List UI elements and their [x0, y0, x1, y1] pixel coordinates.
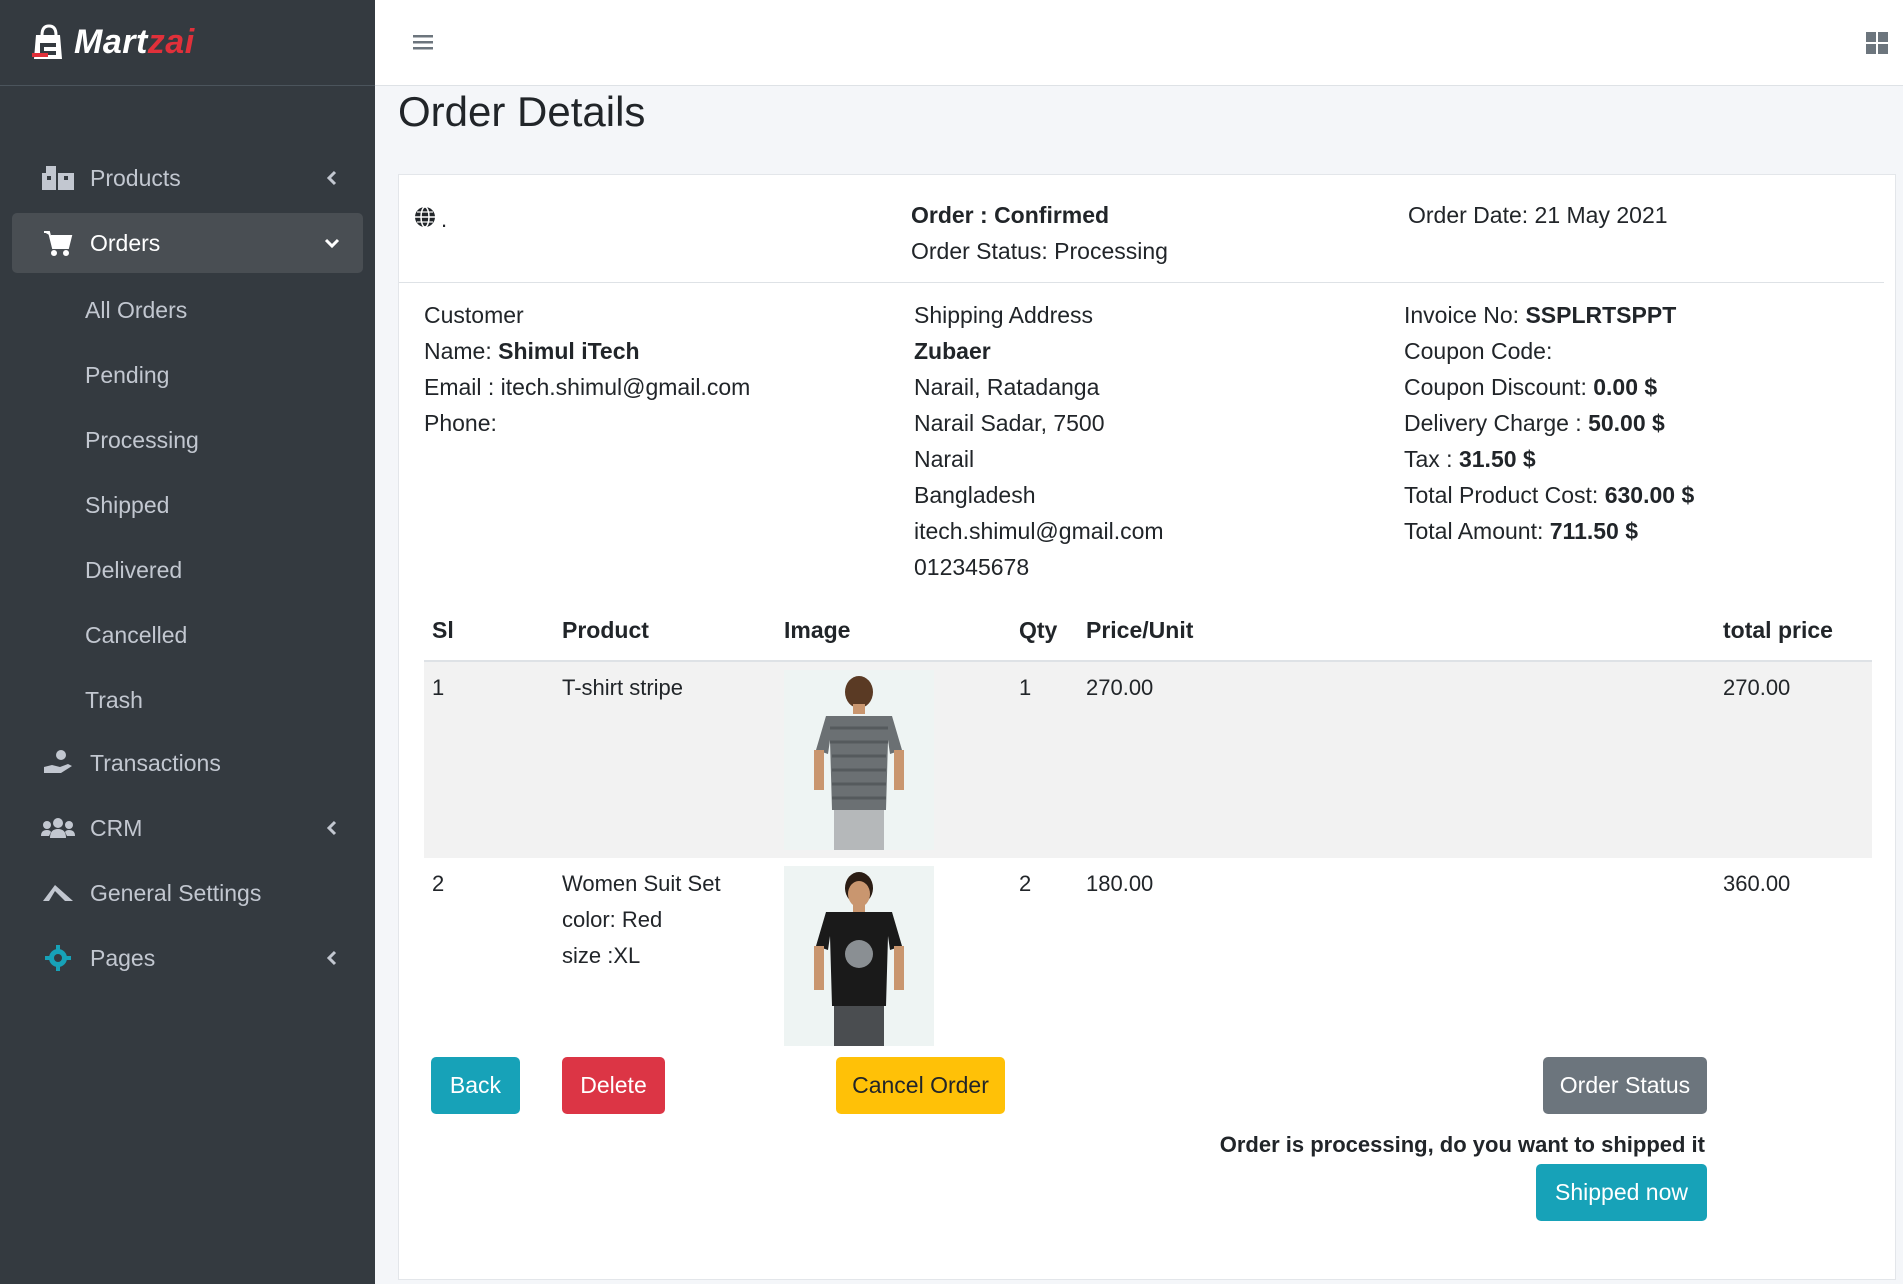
settings-gear-icon — [40, 878, 76, 908]
topbar — [375, 0, 1903, 86]
order-date: Order Date: 21 May 2021 — [1408, 202, 1668, 228]
order-card: . Order : Confirmed Order Status: Proces… — [398, 174, 1896, 1280]
table-header-row: Sl Product Image Qty Price/Unit total pr… — [424, 600, 1872, 662]
back-button[interactable]: Back — [431, 1057, 520, 1114]
cog-icon — [40, 943, 76, 973]
order-items-table: Sl Product Image Qty Price/Unit total pr… — [424, 600, 1872, 1054]
cart-icon — [40, 228, 76, 258]
cancel-order-button[interactable]: Cancel Order — [836, 1057, 1005, 1114]
cell-total: 360.00 — [1723, 871, 1791, 896]
shipping-heading: Shipping Address — [914, 302, 1094, 328]
brand[interactable]: Martzai — [0, 0, 375, 86]
col-sl: Sl — [424, 600, 554, 662]
page-title: Order Details — [398, 88, 646, 135]
sidebar-subitem-trash[interactable]: Trash — [12, 668, 363, 733]
chevron-left-icon — [326, 170, 337, 186]
hand-coin-icon — [40, 748, 76, 778]
customer-name: Name: Shimul iTech — [424, 338, 640, 364]
col-price-unit: Price/Unit — [1078, 600, 1715, 662]
sidebar-item-crm[interactable]: CRM — [12, 798, 363, 858]
sidebar-item-label: CRM — [90, 814, 143, 841]
boxes-icon — [40, 163, 76, 193]
product-image — [784, 670, 934, 850]
order-status-button[interactable]: Order Status — [1543, 1057, 1707, 1114]
sidebar-subitem-processing[interactable]: Processing — [12, 408, 363, 473]
total-product-cost: Total Product Cost: 630.00 $ — [1404, 482, 1695, 508]
cell-qty: 2 — [1019, 871, 1032, 896]
total-amount: Total Amount: 711.50 $ — [1404, 518, 1639, 544]
cell-product: T-shirt stripe — [554, 661, 776, 858]
shipping-line: Bangladesh — [914, 482, 1036, 508]
order-summary-header: . Order : Confirmed Order Status: Proces… — [399, 175, 1884, 283]
shipped-now-button[interactable]: Shipped now — [1536, 1164, 1707, 1221]
table-row: 2 Women Suit Set color: Red size :XL 2 1… — [424, 858, 1872, 1054]
cell-image — [776, 661, 1011, 858]
ship-prompt: Order is processing, do you want to ship… — [1219, 1132, 1705, 1157]
sidebar-item-label: Pages — [90, 944, 156, 971]
coupon-discount: Coupon Discount: 0.00 $ — [1404, 374, 1658, 400]
sidebar-item-label: Products — [90, 164, 181, 191]
shipping-line: 012345678 — [914, 554, 1030, 580]
sidebar-item-pages[interactable]: Pages — [12, 928, 363, 988]
shipping-line: Narail, Ratadanga — [914, 374, 1100, 400]
tax: Tax : 31.50 $ — [1404, 446, 1536, 472]
shopping-bag-logo-icon — [32, 23, 62, 59]
cell-sl: 2 — [432, 871, 445, 896]
chevron-left-icon — [326, 820, 337, 836]
sidebar-subitem-delivered[interactable]: Delivered — [12, 538, 363, 603]
customer-email: Email : itech.shimul@gmail.com — [424, 374, 751, 400]
globe-icon — [415, 206, 435, 228]
chevron-down-icon — [324, 238, 340, 249]
chevron-left-icon — [326, 950, 337, 966]
order-confirmed-label: Order : Confirmed — [911, 202, 1110, 228]
sidebar-item-products[interactable]: Products — [12, 148, 363, 208]
sidebar-nav: Products Orders All Orders Pending Proce… — [12, 148, 363, 993]
customer-heading: Customer — [424, 302, 524, 328]
brand-name: Martzai — [74, 23, 195, 61]
col-image: Image — [776, 600, 1011, 662]
hamburger-menu-icon[interactable] — [411, 30, 435, 54]
cell-total: 270.00 — [1715, 661, 1872, 858]
sidebar-item-orders[interactable]: Orders — [12, 213, 363, 273]
col-total-price: total price — [1715, 600, 1872, 662]
cell-sl: 1 — [424, 661, 554, 858]
grid-apps-icon[interactable] — [1865, 31, 1889, 55]
sidebar-subitem-shipped[interactable]: Shipped — [12, 473, 363, 538]
sidebar-item-label: Transactions — [90, 749, 221, 776]
header-dot: . — [441, 207, 448, 232]
order-status-label: Order Status: Processing — [911, 238, 1168, 264]
delete-button[interactable]: Delete — [562, 1057, 665, 1114]
sidebar-subitem-all-orders[interactable]: All Orders — [12, 278, 363, 343]
cell-qty: 1 — [1011, 661, 1078, 858]
coupon-code: Coupon Code: — [1404, 338, 1553, 364]
cell-price: 270.00 — [1078, 661, 1715, 858]
sidebar-subitem-pending[interactable]: Pending — [12, 343, 363, 408]
customer-phone: Phone: — [424, 410, 497, 436]
shipping-line: itech.shimul@gmail.com — [914, 518, 1164, 544]
table-row: 1 T-shirt stripe 1 270.00 270.00 — [424, 661, 1872, 858]
shipping-line: Narail Sadar, 7500 — [914, 410, 1105, 436]
invoice-no: Invoice No: SSPLRTSPPT — [1404, 302, 1677, 328]
sidebar-item-transactions[interactable]: Transactions — [12, 733, 363, 793]
cell-image — [776, 858, 1011, 1054]
cell-product: Women Suit Set color: Red size :XL — [562, 871, 721, 968]
cell-price: 180.00 — [1086, 871, 1154, 896]
shipping-line: Narail — [914, 446, 975, 472]
shipping-name: Zubaer — [914, 338, 991, 364]
users-icon — [40, 813, 76, 843]
product-image — [784, 866, 934, 1046]
delivery-charge: Delivery Charge : 50.00 $ — [1404, 410, 1665, 436]
sidebar: Martzai Products Orders All Orders Pendi… — [0, 0, 375, 1284]
sidebar-subitem-cancelled[interactable]: Cancelled — [12, 603, 363, 668]
sidebar-item-general-settings[interactable]: General Settings — [12, 863, 363, 923]
sidebar-item-label: Orders — [90, 229, 161, 256]
col-qty: Qty — [1011, 600, 1078, 662]
col-product: Product — [554, 600, 776, 662]
sidebar-item-label: General Settings — [90, 879, 262, 906]
